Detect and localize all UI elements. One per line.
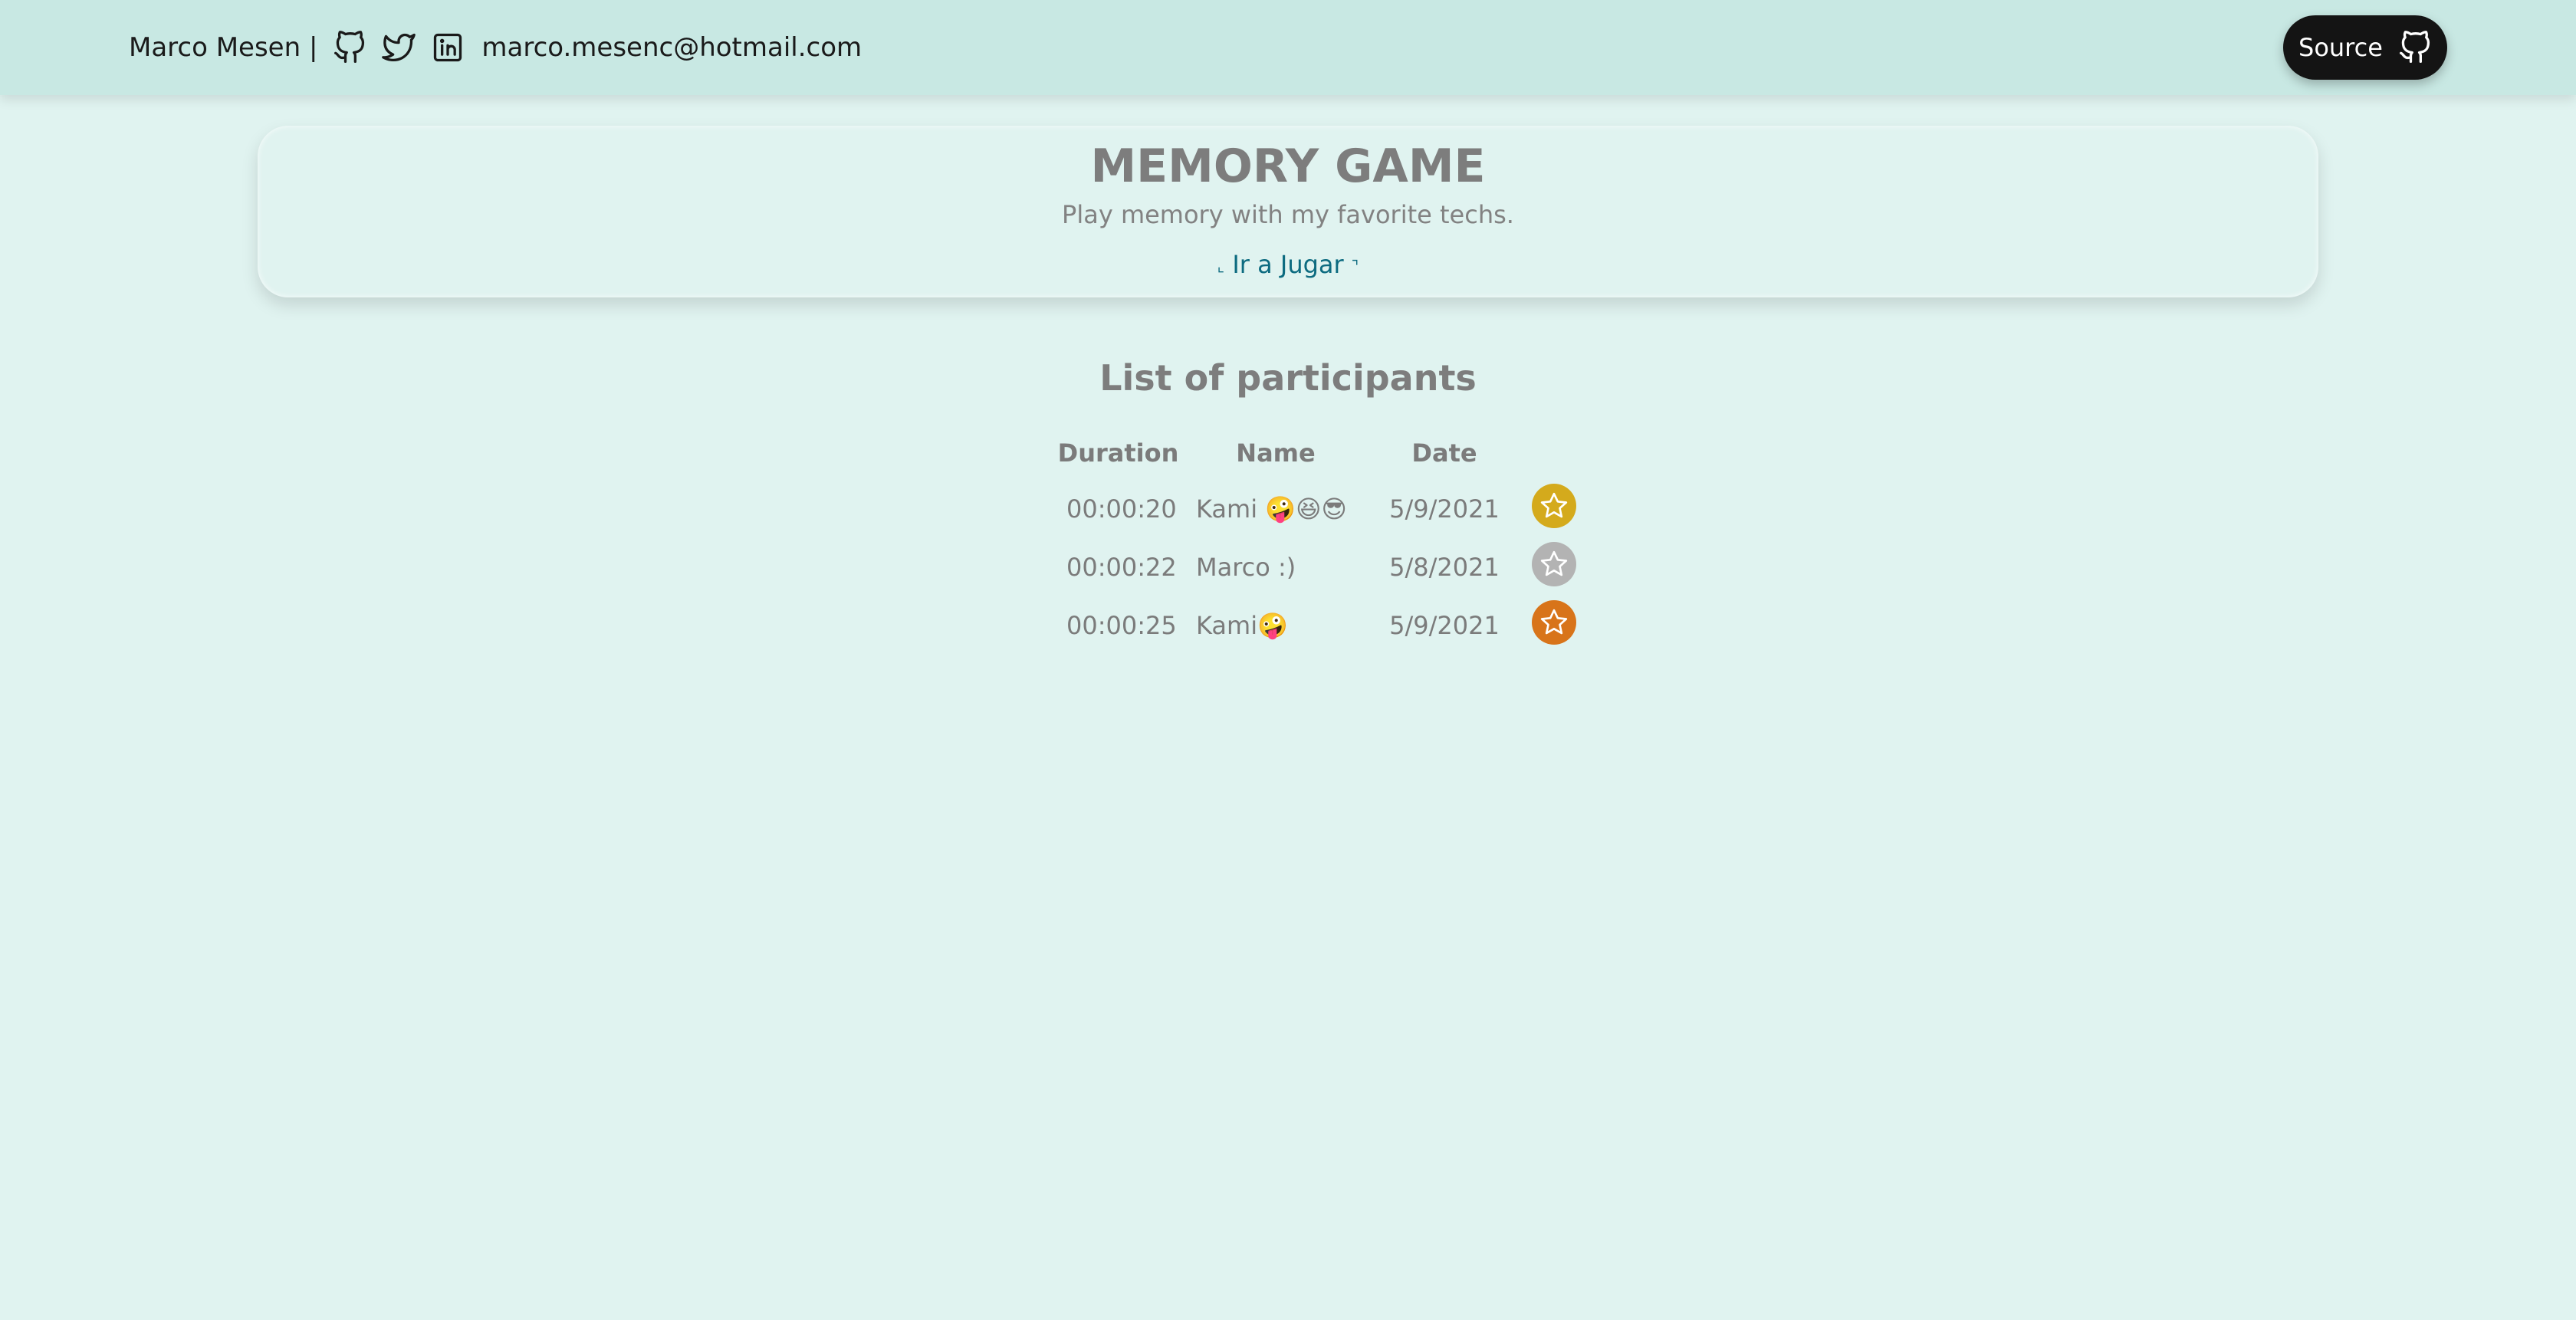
silver-star-icon bbox=[1532, 542, 1576, 586]
row-date: 5/9/2021 bbox=[1389, 611, 1500, 640]
row-name: Kami🤪 bbox=[1196, 611, 1288, 640]
github-icon bbox=[2398, 31, 2432, 64]
page-title: MEMORY GAME bbox=[1090, 140, 1486, 193]
gold-star-icon bbox=[1532, 484, 1576, 528]
author-name: Marco Mesen | bbox=[129, 32, 318, 63]
row-date: 5/9/2021 bbox=[1389, 494, 1500, 524]
row-duration: 00:00:22 bbox=[1066, 553, 1177, 582]
row-duration: 00:00:20 bbox=[1066, 494, 1177, 524]
bracket-right-icon: ⌝ bbox=[1351, 257, 1359, 275]
source-button-label: Source bbox=[2298, 33, 2383, 62]
source-button[interactable]: Source bbox=[2283, 15, 2447, 80]
table-row: 00:00:20 Kami 🤪😆😎 5/9/2021 bbox=[1054, 480, 1589, 538]
table-row: 00:00:25 Kami🤪 5/9/2021 bbox=[1054, 596, 1589, 655]
hero-card: MEMORY GAME Play memory with my favorite… bbox=[258, 126, 2318, 297]
table-header-row: Duration Name Date bbox=[1054, 426, 1589, 480]
row-name: Marco :) bbox=[1196, 553, 1296, 582]
linkedin-icon[interactable] bbox=[431, 31, 465, 64]
play-link[interactable]: ⌞ Ir a Jugar ⌝ bbox=[258, 250, 2318, 279]
row-duration: 00:00:25 bbox=[1066, 611, 1177, 640]
page-subtitle: Play memory with my favorite techs. bbox=[1062, 200, 1514, 229]
bracket-left-icon: ⌞ bbox=[1217, 257, 1225, 275]
author-info: Marco Mesen | marco.mesenc@hotmail.com bbox=[129, 0, 862, 95]
column-header-medal bbox=[1520, 426, 1589, 480]
top-bar: Marco Mesen | marco.mesenc@hotmail.com S… bbox=[0, 0, 2576, 95]
row-date: 5/8/2021 bbox=[1389, 553, 1500, 582]
column-header-date: Date bbox=[1411, 438, 1477, 468]
bronze-star-icon bbox=[1532, 600, 1576, 645]
participants-table: Duration Name Date 00:00:20 Kami 🤪😆😎 5/9… bbox=[1054, 426, 1589, 655]
column-header-name: Name bbox=[1236, 438, 1316, 468]
email-link[interactable]: marco.mesenc@hotmail.com bbox=[481, 32, 862, 63]
github-icon[interactable] bbox=[333, 31, 366, 64]
play-link-label: Ir a Jugar bbox=[1232, 250, 1344, 279]
row-name: Kami 🤪😆😎 bbox=[1196, 494, 1347, 524]
participants-title: List of participants bbox=[1099, 357, 1477, 399]
column-header-duration: Duration bbox=[1057, 438, 1179, 468]
table-row: 00:00:22 Marco :) 5/8/2021 bbox=[1054, 538, 1589, 596]
twitter-icon[interactable] bbox=[382, 31, 416, 64]
